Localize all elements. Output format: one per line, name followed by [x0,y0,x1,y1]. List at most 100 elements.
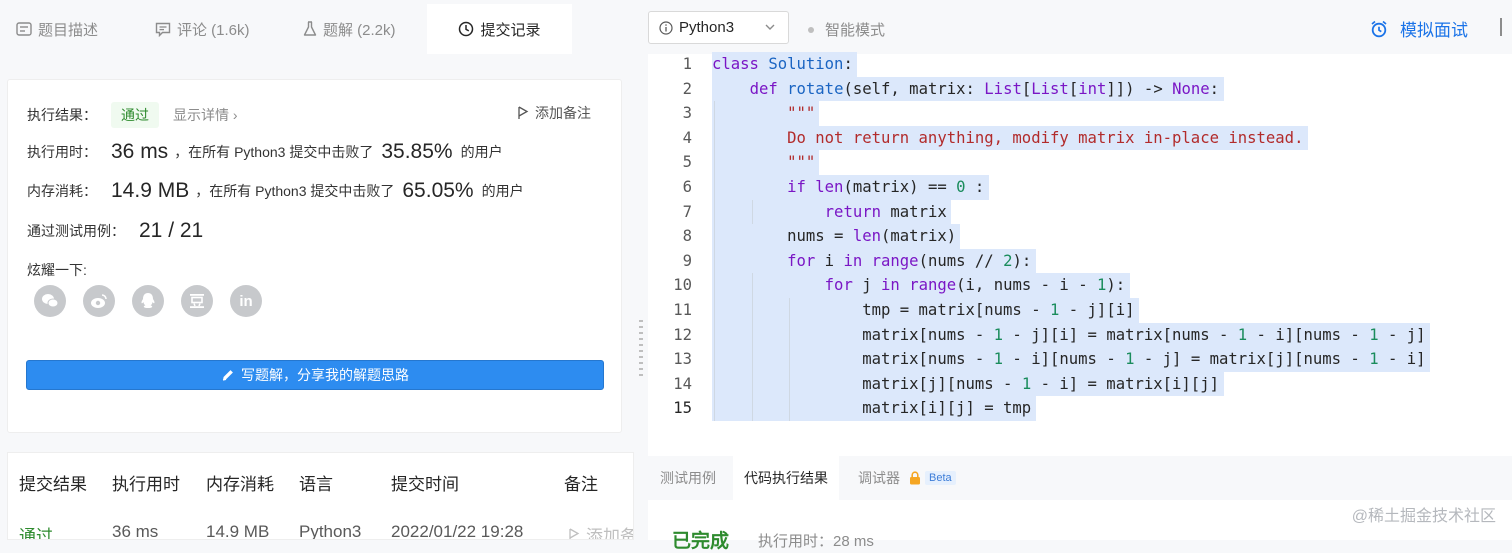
row-language: Python3 [299,522,362,540]
code-text: """ [787,153,816,172]
mem-users-text: 的用户 [481,183,524,199]
smart-mode-label: 智能模式 [825,22,886,39]
weibo-icon[interactable] [83,285,115,317]
header-memory: 内存消耗 [206,475,274,494]
code-line[interactable]: 11 tmp = matrix[nums - 1 - j][i] [648,298,1512,323]
qq-icon[interactable] [132,285,164,317]
code-line[interactable]: 8 nums = len(matrix) [648,224,1512,249]
code-text: tmp = matrix[nums - 1 - j][i] [712,301,1135,319]
line-number: 6 [682,178,692,196]
header-note: 备注 [564,475,598,494]
line-number: 11 [673,301,692,319]
row-time: 36 ms [112,522,159,540]
code-text: return matrix [824,202,947,221]
tests-value: 21 / 21 [139,219,204,242]
header-result: 提交结果 [19,475,87,494]
submissions-table: 提交结果 执行用时 内存消耗 语言 提交时间 备注 通过 36 ms 14.9 … [7,452,634,540]
comment-icon [155,22,171,37]
add-note-button[interactable]: 添加备注 [517,103,591,123]
line-number: 3 [682,104,692,123]
tab-debugger-label: 调试器 [858,470,900,486]
code-text: if len(matrix) == 0 : [787,178,985,196]
row-add-note-label: 添加备注 [586,527,633,540]
tab-comments[interactable]: 评论 (1.6k) [155,4,250,54]
code-editor[interactable]: 1 class Solution: 2 def rotate(self, matri… [648,52,1512,456]
mock-interview-label: 模拟面试 [1400,21,1468,40]
language-value: Python3 [679,19,735,36]
tests-row: 通过测试用例： 21 / 21 [27,219,209,243]
clock-icon [459,21,474,37]
code-text: for j in range(i, nums - i - 1): [824,276,1126,295]
code-line[interactable]: 12 matrix[nums - 1 - j][i] = matrix[nums… [648,322,1512,348]
result-card: 执行结果： 通过 显示详情 › 添加备注 执行用时： 36 ms ，在所有 Py… [7,79,622,433]
code-line[interactable]: 1 class Solution: [648,52,1512,77]
code-line[interactable]: 9 for i in range(nums // 2): [648,248,1512,274]
tab-testcase-label: 测试用例 [660,470,716,486]
alarm-clock-icon [1371,20,1387,37]
mem-text: ，在所有 Python3 提交中击败了 [195,183,395,199]
code-text: matrix[i][j] = tmp [712,399,1032,418]
code-line[interactable]: 15 matrix[i][j] = tmp [648,396,1512,421]
line-number: 1 [682,55,692,73]
tab-submissions-label: 提交记录 [480,21,541,39]
write-solution-button[interactable]: 写题解，分享我的解题思路 [26,360,604,390]
row-add-note[interactable]: 添加备注 [568,522,633,540]
tab-run-result[interactable]: 代码执行结果 [733,456,839,500]
code-line[interactable]: 2 def rotate(self, matrix: List[List[int… [648,76,1512,102]
language-select[interactable]: Python3 [648,11,789,44]
code-line[interactable]: 13 matrix[nums - 1 - i][nums - 1 - j] = … [648,347,1512,372]
row-submitted: 2022/01/22 19:28 [391,522,524,540]
code-line[interactable]: 5 """ [648,150,1512,175]
line-number: 5 [682,153,692,172]
left-panel: 题目描述 评论 (1.6k) 题解 (2.2k) 提交记录 执行结果： 通过 显… [0,0,634,540]
time-users-text: 的用户 [460,144,503,160]
tab-description-label: 题目描述 [38,21,99,39]
code-text: """ [787,104,816,123]
lock-icon [910,471,920,485]
code-line[interactable]: 14 matrix[j][nums - 1 - i] = matrix[i][j… [648,371,1512,397]
code-line[interactable]: 10 for j in range(i, nums - i - 1): [648,273,1512,298]
time-value: 36 ms [111,140,169,163]
code-line[interactable]: 7 return matrix [648,199,1512,225]
line-number: 2 [682,79,692,98]
flag-icon [518,106,529,119]
tab-testcase[interactable]: 测试用例 [660,456,716,500]
panel-divider[interactable] [634,0,648,540]
beta-badge: Beta [925,471,956,485]
exec-result-row: 执行结果： 通过 显示详情 › [27,102,238,128]
code-line[interactable]: 6 if len(matrix) == 0 : [648,175,1512,200]
tab-description[interactable]: 题目描述 [16,4,98,54]
code-line[interactable]: 3 """ [648,101,1512,126]
tab-solutions-label: 题解 (2.2k) [323,21,396,39]
wechat-icon[interactable] [34,285,66,317]
code-text: Do not return anything, modify matrix in… [712,128,1304,147]
code-text: matrix[j][nums - 1 - i] = matrix[i][j] [712,374,1219,393]
code-text: def rotate(self, matrix: List[List[int]]… [749,79,1220,98]
mock-interview-button[interactable]: 模拟面试 [1370,16,1468,41]
linkedin-icon[interactable]: in [230,285,262,317]
memory-row: 内存消耗： 14.9 MB ，在所有 Python3 提交中击败了 65.05%… [27,179,524,203]
line-number: 13 [673,350,692,369]
line-number: 8 [682,227,692,246]
tab-run-result-label: 代码执行结果 [744,470,828,486]
status-badge: 通过 [111,102,159,128]
description-icon [16,22,32,36]
tab-submissions[interactable]: 提交记录 [427,4,572,54]
tests-label: 通过测试用例： [27,223,125,239]
douban-icon[interactable] [181,285,213,317]
tab-solutions[interactable]: 题解 (2.2k) [303,4,396,54]
code-line[interactable]: 4 Do not return anything, modify matrix … [648,125,1512,151]
tab-debugger[interactable]: 调试器 Beta [858,456,956,500]
row-result[interactable]: 通过 [19,522,53,539]
code-text: nums = len(matrix) [712,227,957,246]
show-detail-link[interactable]: 显示详情 › [173,105,238,125]
share-label-row: 炫耀一下: [27,260,87,280]
time-label: 执行用时： [27,144,97,160]
add-note-label: 添加备注 [535,105,591,121]
more-menu-edge[interactable] [1500,18,1502,36]
drag-handle[interactable] [639,320,643,380]
mem-percentile: 65.05% [402,179,474,202]
smart-mode-toggle[interactable]: 智能模式 [808,19,885,40]
mem-label: 内存消耗： [27,183,97,199]
line-number: 10 [673,276,692,295]
